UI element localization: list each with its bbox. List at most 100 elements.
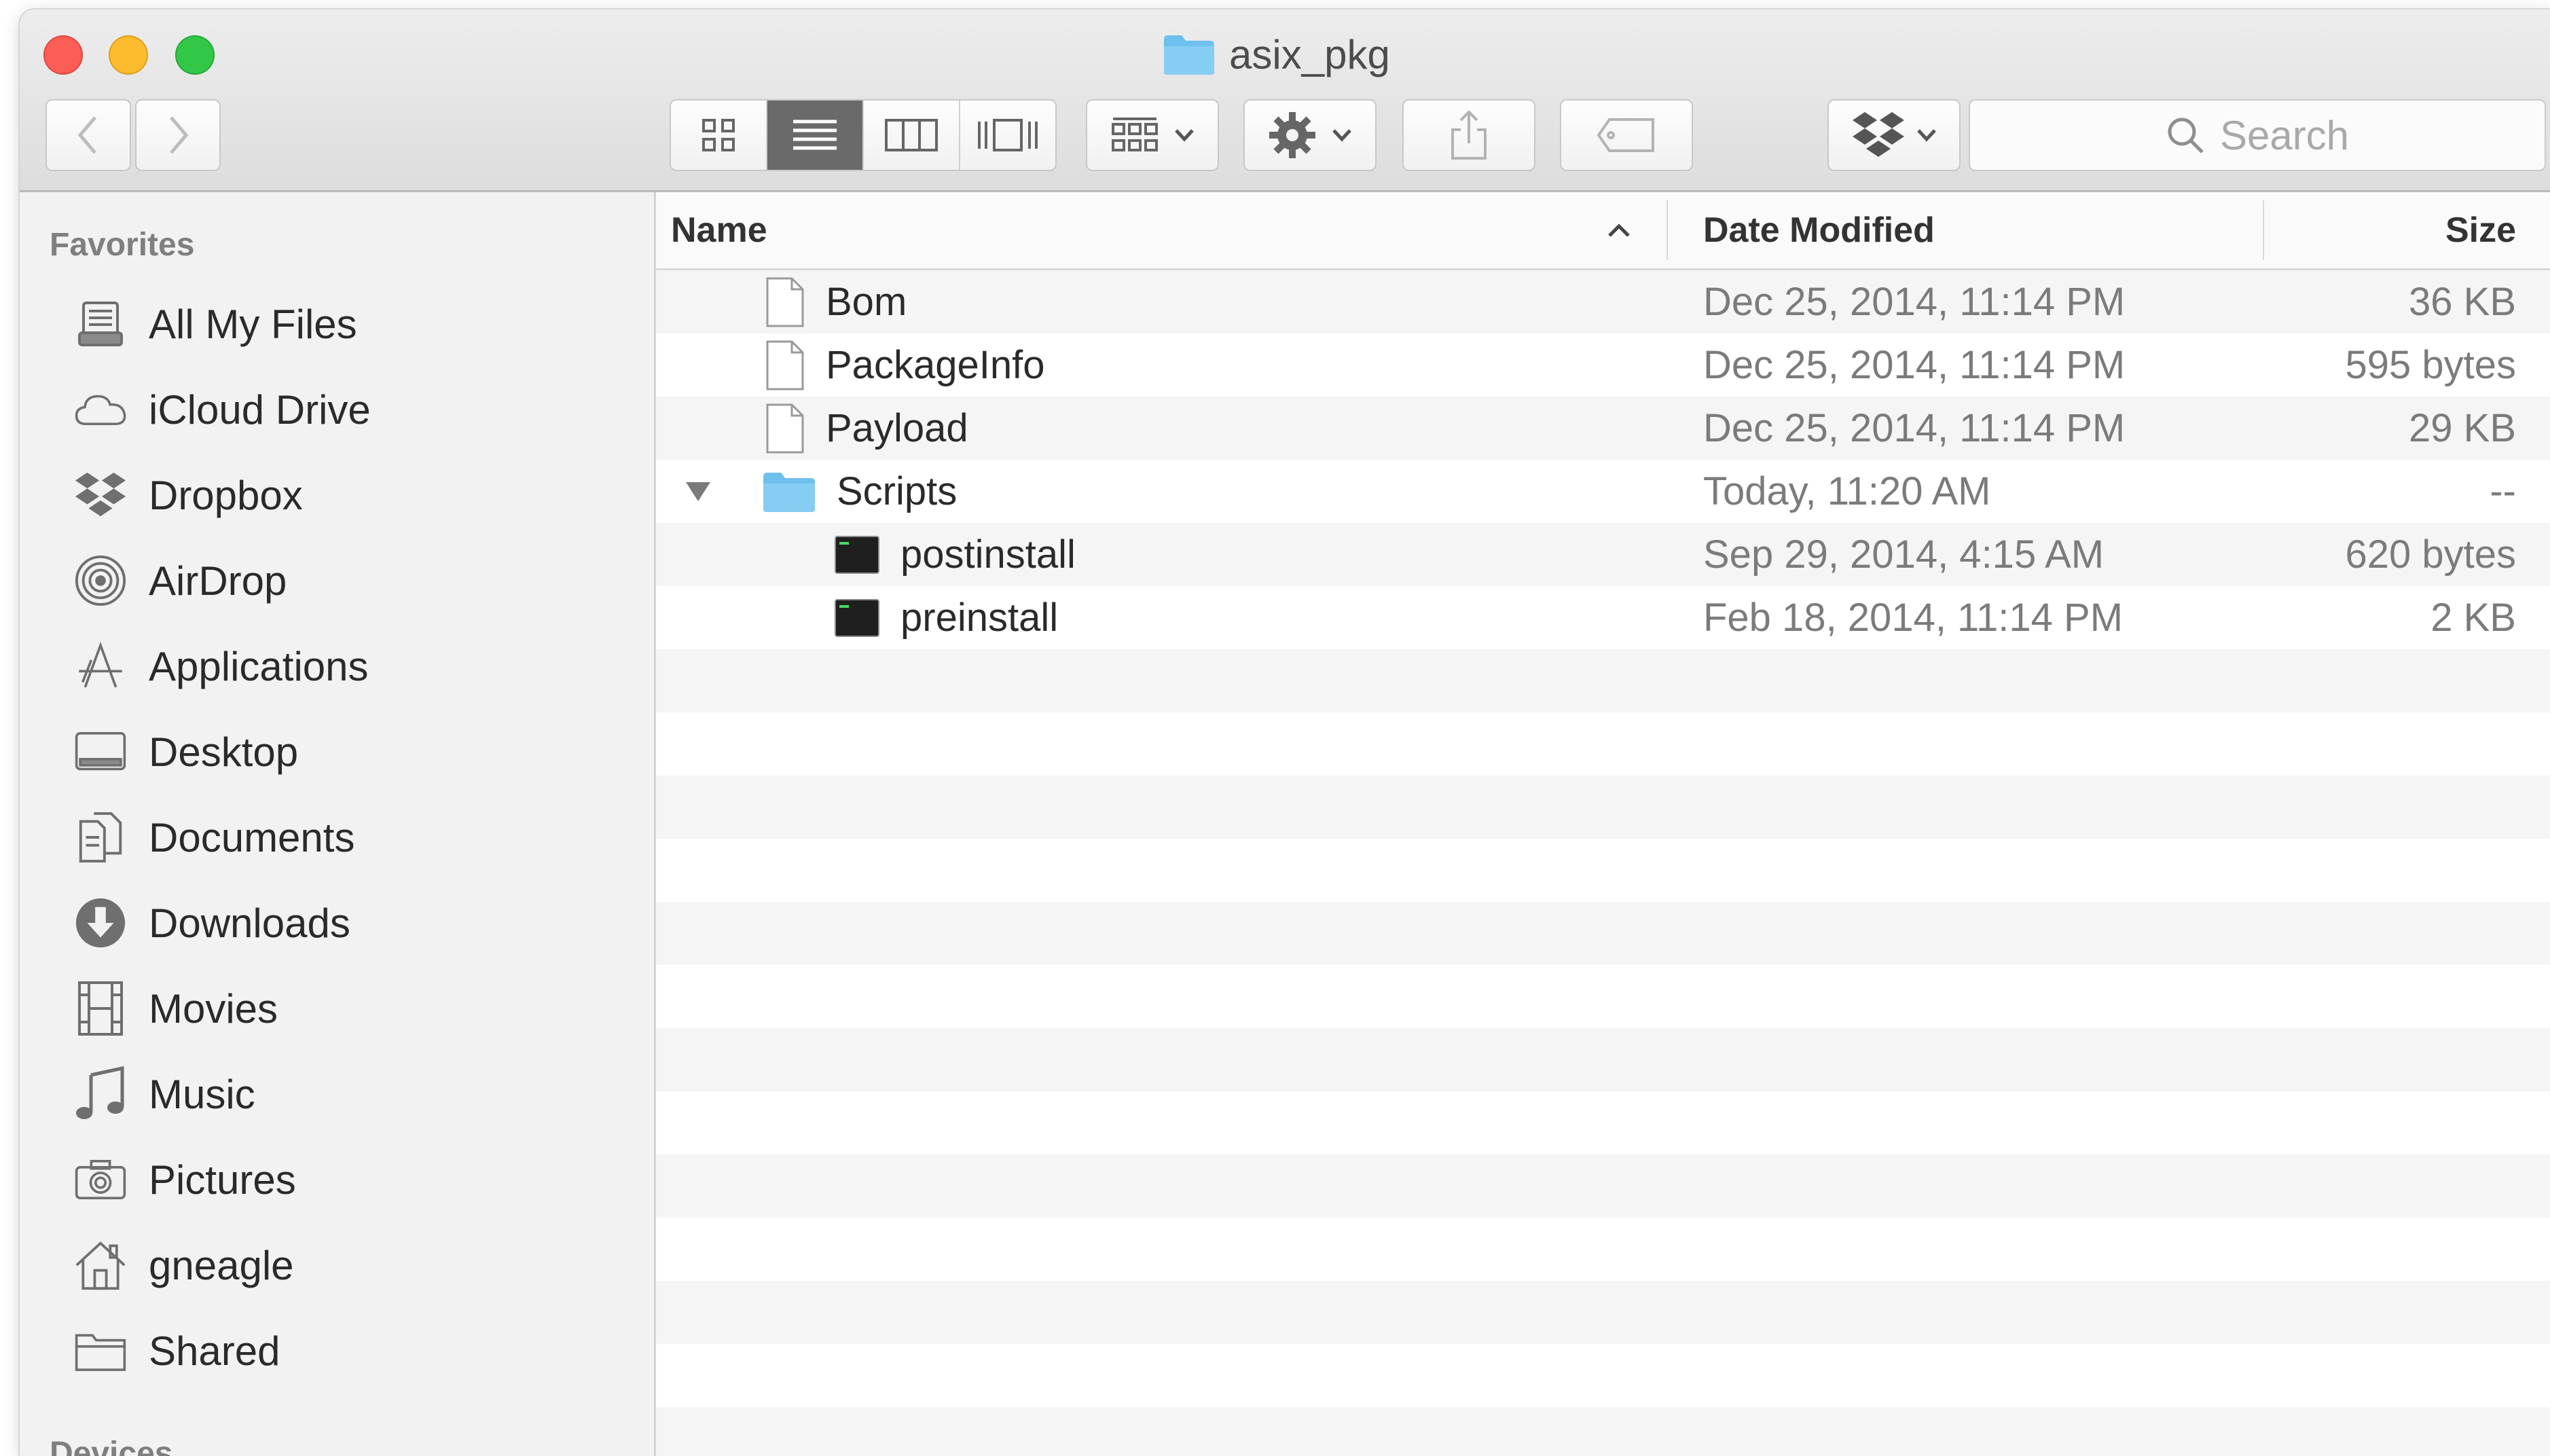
downloads-icon — [74, 896, 127, 949]
sidebar-item-documents[interactable]: Documents — [74, 803, 631, 871]
sidebar-item-airdrop[interactable]: AirDrop — [74, 547, 631, 615]
action-button[interactable] — [1243, 99, 1377, 171]
file-name-cell: postinstall — [834, 532, 1076, 577]
file-name-cell: PackageInfo — [765, 340, 1044, 391]
row-stripe — [656, 1028, 2550, 1091]
file-size: 29 KB — [2409, 406, 2516, 450]
file-name: PackageInfo — [826, 343, 1045, 387]
forward-button[interactable] — [135, 99, 221, 171]
column-divider[interactable] — [1666, 200, 1668, 260]
chevron-up-icon — [1608, 223, 1630, 237]
sidebar-item-label: AirDrop — [149, 558, 287, 604]
sidebar-item-music[interactable]: Music — [74, 1060, 631, 1128]
column-divider[interactable] — [2263, 200, 2264, 260]
table-row-bom[interactable]: Bom Dec 25, 2014, 11:14 PM 36 KB — [656, 270, 2550, 333]
share-button[interactable] — [1402, 99, 1535, 171]
column-header-size[interactable]: Size — [2445, 192, 2516, 268]
sidebar-item-dropbox[interactable]: Dropbox — [74, 461, 631, 529]
file-size: 595 bytes — [2345, 343, 2516, 387]
column-size-label: Size — [2445, 211, 2516, 250]
back-button[interactable] — [45, 99, 131, 171]
sidebar: Favorites All My Files iCloud Drive Drop… — [20, 192, 656, 1456]
icon-view-icon — [702, 119, 735, 151]
view-mode-control — [670, 99, 1057, 171]
chevron-down-icon — [1175, 129, 1194, 142]
file-date: Sep 29, 2014, 4:15 AM — [1703, 532, 2105, 577]
row-stripe — [656, 1407, 2550, 1456]
airdrop-icon — [74, 554, 127, 607]
file-name-cell: Scripts — [762, 469, 957, 514]
sidebar-item-label: Dropbox — [149, 472, 303, 518]
terminal-executable-icon — [835, 598, 879, 637]
documents-icon — [74, 811, 127, 864]
gear-icon — [1269, 112, 1315, 158]
sidebar-item-movies[interactable]: Movies — [74, 975, 631, 1042]
file-date: Today, 11:20 AM — [1703, 469, 1991, 513]
disclosure-triangle-icon[interactable] — [683, 479, 713, 504]
sidebar-item-label: Movies — [149, 985, 278, 1032]
window-title: asix_pkg — [1163, 30, 1390, 79]
minimize-window-button[interactable] — [109, 35, 148, 75]
sidebar-item-label: gneagle — [149, 1242, 294, 1288]
table-row-scripts[interactable]: Scripts Today, 11:20 AM -- — [656, 460, 2550, 523]
file-list: Name Date Modified Size Bom Dec 25, 2014… — [656, 192, 2550, 1456]
table-row-postinstall[interactable]: postinstall Sep 29, 2014, 4:15 AM 620 by… — [656, 523, 2550, 586]
file-name-cell: Bom — [765, 276, 907, 328]
shared-folder-icon — [74, 1324, 127, 1377]
file-date: Feb 18, 2014, 11:14 PM — [1703, 596, 2124, 640]
toolbar: asix_pkg Search — [20, 10, 2550, 192]
search-icon — [2168, 117, 2204, 153]
file-name: Payload — [826, 406, 968, 450]
sidebar-item-downloads[interactable]: Downloads — [74, 889, 631, 957]
all-my-files-icon — [74, 297, 127, 350]
table-row-payload[interactable]: Payload Dec 25, 2014, 11:14 PM 29 KB — [656, 397, 2550, 460]
file-name: postinstall — [900, 532, 1076, 577]
applications-icon — [74, 640, 127, 693]
file-name-cell: Payload — [765, 403, 968, 454]
sidebar-item-applications[interactable]: Applications — [74, 632, 631, 700]
table-row-packageinfo[interactable]: PackageInfo Dec 25, 2014, 11:14 PM 595 b… — [656, 333, 2550, 397]
row-stripe — [656, 776, 2550, 839]
sidebar-item-shared[interactable]: Shared — [74, 1317, 631, 1385]
folder-icon — [1164, 35, 1214, 75]
dropbox-button[interactable] — [1827, 99, 1961, 171]
search-field[interactable]: Search — [1969, 99, 2546, 171]
column-header: Name Date Modified Size — [656, 192, 2550, 270]
arrange-button[interactable] — [1086, 99, 1219, 171]
home-icon — [74, 1239, 127, 1292]
document-icon — [766, 340, 804, 390]
icon-view-button[interactable] — [671, 101, 767, 170]
search-placeholder: Search — [2219, 112, 2350, 158]
file-name: preinstall — [900, 596, 1059, 640]
tag-icon — [1597, 118, 1654, 152]
column-header-date[interactable]: Date Modified — [1703, 192, 2246, 268]
list-view-button[interactable] — [767, 101, 864, 170]
movies-icon — [74, 981, 127, 1036]
tag-button[interactable] — [1560, 99, 1693, 171]
folder-icon — [763, 472, 815, 512]
dropbox-icon — [74, 469, 127, 522]
devices-heading: Devices — [50, 1436, 173, 1456]
zoom-window-button[interactable] — [175, 35, 215, 75]
favorites-heading: Favorites — [50, 227, 195, 263]
table-row-preinstall[interactable]: preinstall Feb 18, 2014, 11:14 PM 2 KB — [656, 586, 2550, 649]
sidebar-item-icloud-drive[interactable]: iCloud Drive — [74, 376, 631, 443]
column-view-button[interactable] — [864, 101, 960, 170]
sidebar-item-desktop[interactable]: Desktop — [74, 718, 631, 786]
document-icon — [766, 277, 804, 327]
terminal-executable-icon — [835, 535, 879, 574]
sidebar-item-label: Pictures — [149, 1157, 296, 1203]
close-window-button[interactable] — [43, 35, 83, 75]
finder-window: asix_pkg Search Favorites All My Files i… — [20, 10, 2550, 1456]
file-size: 620 bytes — [2345, 532, 2516, 577]
cover-flow-button[interactable] — [960, 101, 1055, 170]
sidebar-item-all-my-files[interactable]: All My Files — [74, 290, 631, 358]
column-name-label: Name — [671, 211, 767, 250]
column-header-name[interactable]: Name — [671, 192, 1622, 268]
document-icon — [766, 403, 804, 453]
list-view-icon — [793, 120, 837, 150]
column-date-label: Date Modified — [1703, 211, 1935, 250]
sidebar-item-gneagle[interactable]: gneagle — [74, 1231, 631, 1299]
chevron-down-icon — [1917, 129, 1936, 142]
sidebar-item-pictures[interactable]: Pictures — [74, 1146, 631, 1214]
